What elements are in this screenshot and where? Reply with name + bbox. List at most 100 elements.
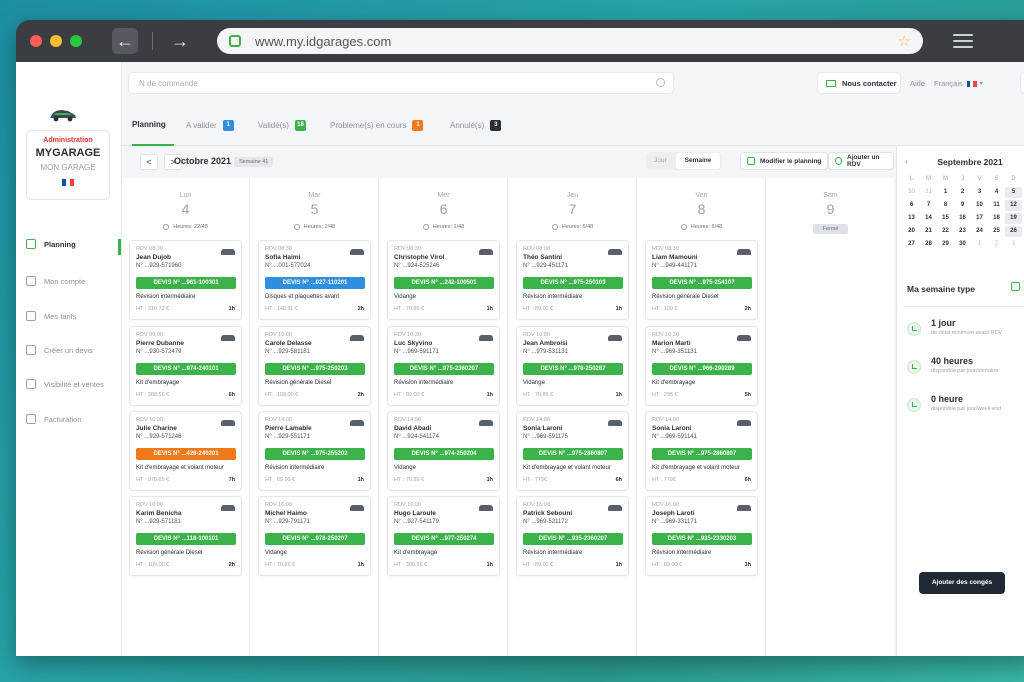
calendar-prev-icon[interactable]: ‹ (905, 152, 908, 172)
appointment-card[interactable]: RDV 10:00 Karim Benicha N° ...929-571181 DE… (129, 496, 242, 576)
sidebar-item-mes-tarifs[interactable]: Mes tarifs (26, 311, 120, 321)
appointment-card[interactable]: RDV 08:30 Christophe Virol N° ...924-52524… (387, 240, 500, 320)
quote-badge[interactable]: DEVIS N° ...975-250203 (265, 363, 365, 375)
calendar-day[interactable]: 2 (954, 187, 971, 198)
calendar-day[interactable]: 10 (971, 200, 988, 211)
calendar-day[interactable]: 13 (903, 213, 920, 224)
appointment-card[interactable]: RDV 08:30 Jean Dujob N° ...929-571960 DEVIS… (129, 240, 242, 320)
language-select[interactable]: Français ▾ (934, 79, 983, 88)
quote-badge[interactable]: DEVIS N° ...977-250274 (394, 533, 494, 545)
quote-badge[interactable]: DEVIS N° ...975-2360207 (394, 363, 494, 375)
calendar-day[interactable]: 25 (988, 226, 1005, 237)
contact-button[interactable]: Nous contacter (817, 72, 901, 94)
calendar-day[interactable]: 1 (971, 239, 988, 250)
calendar-day[interactable]: 19 (1005, 213, 1022, 224)
calendar-day[interactable]: 11 (988, 200, 1005, 211)
calendar-day[interactable]: 30 (903, 187, 920, 198)
calendar-day[interactable]: 22 (937, 226, 954, 237)
calendar-day[interactable]: 27 (903, 239, 920, 250)
sidebar-item-visibilit-et-ventes[interactable]: Visibilité et ventes (26, 379, 120, 389)
add-leave-button[interactable]: Ajouter des congés (919, 572, 1005, 594)
appointment-card[interactable]: RDV 16:00 Michel Haimo N° ...929-791171 DEV… (258, 496, 371, 576)
quote-badge[interactable]: DEVIS N° ...242-100501 (394, 277, 494, 289)
logout-icon[interactable]: ↩ (1020, 72, 1024, 94)
calendar-day[interactable]: 14 (920, 213, 937, 224)
calendar-day[interactable]: 4 (988, 187, 1005, 198)
calendar-day[interactable]: 23 (954, 226, 971, 237)
calendar-day[interactable]: 21 (920, 226, 937, 237)
quote-badge[interactable]: DEVIS N° ...975-2860807 (652, 448, 752, 460)
garage-card[interactable]: Administration MYGARAGE MON GARAGE (26, 130, 110, 200)
search-input[interactable]: N de commande (128, 72, 674, 94)
sidebar-item-facturation[interactable]: Facturation (26, 414, 120, 424)
calendar-day[interactable]: 28 (920, 239, 937, 250)
appointment-card[interactable]: RDV 10:00 Carole Delasse N° ...929-581181 D… (258, 326, 371, 406)
quote-badge[interactable]: DEVIS N° ...975-2860807 (523, 448, 623, 460)
add-rdv-button[interactable]: Ajouter un RDV (828, 152, 894, 170)
quote-badge[interactable]: DEVIS N° ...118-100101 (136, 533, 236, 545)
quote-badge[interactable]: DEVIS N° ...935-2330203 (652, 533, 752, 545)
appointment-card[interactable]: RDV 14:00 Sonia Laroni N° ...969-591175 DEV… (516, 411, 629, 491)
minimize-window-button[interactable] (50, 35, 62, 47)
calendar-day[interactable]: 17 (971, 213, 988, 224)
calendar-day[interactable]: 8 (937, 200, 954, 211)
maximize-window-button[interactable] (70, 35, 82, 47)
appointment-card[interactable]: RDV 16:00 Hugo Laroule N° ...927-541179 DEV… (387, 496, 500, 576)
quote-badge[interactable]: DEVIS N° ...966-290289 (652, 363, 752, 375)
quote-badge[interactable]: DEVIS N° ...961-100301 (136, 277, 236, 289)
calendar-day[interactable]: 12 (1005, 200, 1022, 211)
appointment-card[interactable]: RDV 14:00 Pierre Lamable N° ...929-551171 D… (258, 411, 371, 491)
back-icon[interactable]: ← (112, 28, 138, 54)
quote-badge[interactable]: DEVIS N° ...974-240101 (136, 363, 236, 375)
appointment-card[interactable]: RDV 10:00 Julie Charine N° ...929-571246 DE… (129, 411, 242, 491)
help-link[interactable]: Aide (910, 79, 925, 88)
prev-week-button[interactable]: < (140, 154, 158, 170)
appointment-card[interactable]: RDV 14:00 David Abadi N° ...924-541174 DEVI… (387, 411, 500, 491)
calendar-day[interactable]: 5 (1005, 187, 1022, 198)
calendar-day[interactable]: 29 (937, 239, 954, 250)
tab-0[interactable]: Planning (132, 120, 166, 129)
tab-4[interactable]: Annulé(s) 3 (450, 120, 502, 131)
appointment-card[interactable]: RDV 14:00 Sonia Laroni N° ...969-591141 DEV… (645, 411, 758, 491)
calendar-day[interactable]: 18 (988, 213, 1005, 224)
edit-icon[interactable] (1011, 282, 1020, 291)
week-view-button[interactable]: Semaine (676, 153, 720, 169)
appointment-card[interactable]: RDV 08:00 Théo Santini N° ...929-451171 DEV… (516, 240, 629, 320)
menu-icon[interactable] (953, 30, 973, 52)
appointment-card[interactable]: RDV 16:00 Patrick Sebouni N° ...969-521172… (516, 496, 629, 576)
quote-badge[interactable]: DEVIS N° ...975-255202 (265, 448, 365, 460)
sidebar-item-planning[interactable]: Planning (26, 239, 120, 249)
appointment-card[interactable]: RDV 08:30 Sofia Haimi N° ...001-577024 DEVI… (258, 240, 371, 320)
calendar-day[interactable]: 30 (954, 239, 971, 250)
calendar-day[interactable]: 6 (903, 200, 920, 211)
calendar-day[interactable]: 15 (937, 213, 954, 224)
calendar-day[interactable]: 26 (1005, 226, 1022, 237)
calendar-day[interactable]: 24 (971, 226, 988, 237)
calendar-day[interactable]: 9 (954, 200, 971, 211)
calendar-day[interactable]: 2 (988, 239, 1005, 250)
quote-badge[interactable]: DEVIS N° ...975-250103 (523, 277, 623, 289)
tab-2[interactable]: Validé(s) 18 (258, 120, 306, 131)
tab-1[interactable]: A valider 1 (186, 120, 234, 131)
quote-badge[interactable]: DEVIS N° ...978-250207 (265, 533, 365, 545)
day-view-button[interactable]: Jour (654, 157, 667, 164)
quote-badge[interactable]: DEVIS N° ...426-240201 (136, 448, 236, 460)
calendar-day[interactable]: 1 (937, 187, 954, 198)
search-icon[interactable] (656, 78, 665, 87)
calendar-day[interactable]: 7 (920, 200, 937, 211)
appointment-card[interactable]: RDV 16:00 Joseph Laroti N° ...969-331171 DE… (645, 496, 758, 576)
edit-planning-button[interactable]: Modifier le planning (740, 152, 829, 170)
quote-badge[interactable]: DEVIS N° ...974-250204 (394, 448, 494, 460)
sidebar-item-mon-compte[interactable]: Mon compte (26, 276, 120, 286)
tab-3[interactable]: Probleme(s) en cours 1 (330, 120, 424, 131)
bookmark-star-icon[interactable]: ☆ (898, 32, 911, 50)
calendar-day[interactable]: 16 (954, 213, 971, 224)
close-window-button[interactable] (30, 35, 42, 47)
quote-badge[interactable]: DEVIS N° ...975-254107 (652, 277, 752, 289)
appointment-card[interactable]: RDV 10:30 Luc Skyvino N° ...969-591171 DEVI… (387, 326, 500, 406)
address-bar[interactable]: www.my.idgarages.com ☆ (217, 28, 923, 54)
calendar-day[interactable]: 20 (903, 226, 920, 237)
quote-badge[interactable]: DEVIS N° ...978-250287 (523, 363, 623, 375)
appointment-card[interactable]: RDV 10:00 Jean Ambroisi N° ...979-531131 DE… (516, 326, 629, 406)
quote-badge[interactable]: DEVIS N° ...027-110201 (265, 277, 365, 289)
